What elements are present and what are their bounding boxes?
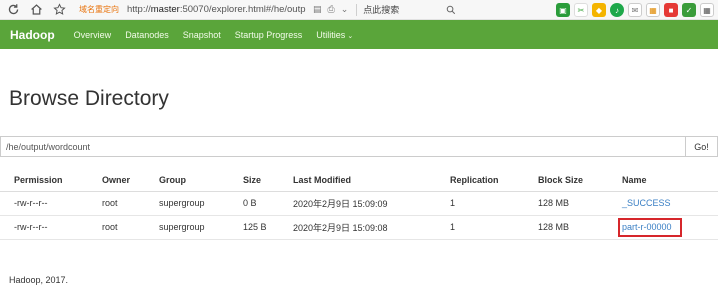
checkbox-icon[interactable]: ✓: [682, 3, 696, 17]
address-bar[interactable]: http://master:50070/explorer.html#/he/ou…: [127, 4, 309, 15]
nav-utilities[interactable]: Utilities ⌄: [316, 30, 353, 40]
cell-last-modified: 2020年2月9日 15:09:08: [279, 215, 436, 240]
extension-icon-green[interactable]: ▣: [556, 3, 570, 17]
table-header-row: Permission Owner Group Size Last Modifie…: [0, 169, 718, 192]
header-block-size[interactable]: Block Size: [524, 169, 608, 192]
cell-size: 125 B: [229, 215, 279, 240]
mail-icon[interactable]: ✉: [628, 3, 642, 17]
divider: [356, 3, 358, 16]
header-replication[interactable]: Replication: [436, 169, 524, 192]
url-host: master: [150, 4, 180, 15]
path-input[interactable]: [0, 136, 685, 157]
path-form: Go!: [0, 136, 718, 157]
go-button[interactable]: Go!: [685, 136, 718, 157]
cell-owner: root: [88, 215, 145, 240]
header-name[interactable]: Name: [608, 169, 718, 192]
url-path: :50070/explorer.html#/he/outp: [179, 4, 306, 15]
cell-last-modified: 2020年2月9日 15:09:09: [279, 191, 436, 216]
header-group[interactable]: Group: [145, 169, 229, 192]
top-navbar: Hadoop Overview Datanodes Snapshot Start…: [0, 20, 718, 49]
star-icon[interactable]: [49, 0, 69, 20]
nav-overview[interactable]: Overview: [74, 30, 112, 40]
highlight-annotation-box: [618, 217, 682, 237]
cell-group: supergroup: [145, 215, 229, 240]
cell-replication: 1: [436, 215, 524, 240]
music-icon[interactable]: ♪: [610, 3, 624, 17]
nav-datanodes[interactable]: Datanodes: [125, 30, 169, 40]
redirect-label: 域名重定向: [79, 5, 119, 14]
header-size[interactable]: Size: [229, 169, 279, 192]
page-info-icon[interactable]: ▤: [313, 4, 322, 15]
cell-size: 0 B: [229, 191, 279, 216]
shield-icon[interactable]: ◆: [592, 3, 606, 17]
table-row: -rw-r--r-- root supergroup 125 B 2020年2月…: [0, 215, 718, 240]
header-last-modified[interactable]: Last Modified: [279, 169, 436, 192]
scissors-icon[interactable]: ✂: [574, 3, 588, 17]
file-table: Permission Owner Group Size Last Modifie…: [0, 169, 718, 240]
cell-replication: 1: [436, 191, 524, 216]
dropdown-chevron-icon[interactable]: ⌄: [341, 4, 349, 15]
browser-toolbar: 域名重定向 http://master:50070/explorer.html#…: [0, 0, 718, 20]
refresh-icon[interactable]: [3, 0, 23, 20]
home-icon[interactable]: [26, 0, 46, 20]
cell-block-size: 128 MB: [524, 191, 608, 216]
footer-copyright: Hadoop, 2017.: [9, 275, 69, 285]
table-row: -rw-r--r-- root supergroup 0 B 2020年2月9日…: [0, 191, 718, 216]
header-permission[interactable]: Permission: [0, 169, 88, 192]
search-input[interactable]: 点此搜索: [363, 3, 443, 16]
page-title: Browse Directory: [9, 87, 169, 110]
file-link-success[interactable]: _SUCCESS: [622, 198, 671, 208]
gift-icon[interactable]: ■: [664, 3, 678, 17]
header-owner[interactable]: Owner: [88, 169, 145, 192]
search-icon[interactable]: [445, 4, 457, 16]
image-icon[interactable]: ▦: [646, 3, 660, 17]
cell-permission: -rw-r--r--: [0, 191, 88, 216]
cell-name: part-r-00000: [608, 215, 718, 240]
cell-name: _SUCCESS: [608, 191, 718, 216]
cell-permission: -rw-r--r--: [0, 215, 88, 240]
url-scheme: http://: [127, 4, 151, 15]
share-icon[interactable]: ⎙: [328, 4, 335, 15]
chevron-down-icon: ⌄: [347, 32, 354, 40]
cell-block-size: 128 MB: [524, 215, 608, 240]
cell-group: supergroup: [145, 191, 229, 216]
nav-startup-progress[interactable]: Startup Progress: [235, 30, 303, 40]
nav-snapshot[interactable]: Snapshot: [183, 30, 221, 40]
brand-logo[interactable]: Hadoop: [10, 28, 55, 42]
grid-icon[interactable]: ▦: [700, 3, 714, 17]
nav-utilities-label: Utilities: [316, 29, 346, 40]
cell-owner: root: [88, 191, 145, 216]
